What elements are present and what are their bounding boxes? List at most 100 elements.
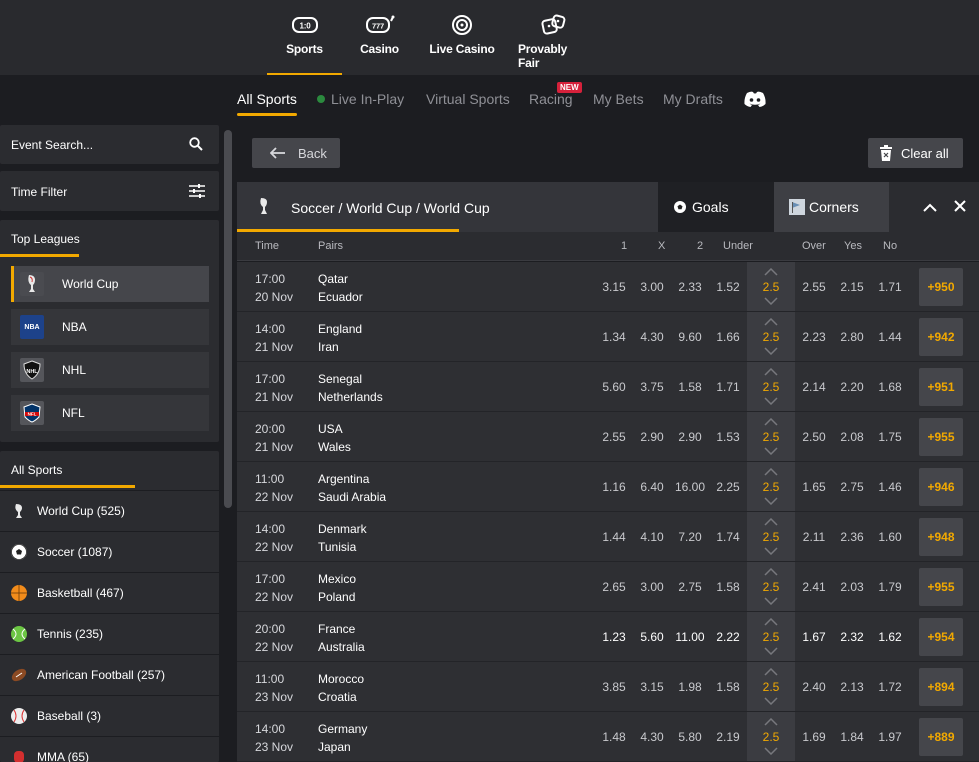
odds-yes[interactable]: 2.20: [832, 380, 872, 394]
odds-o2[interactable]: 2.33: [670, 280, 710, 294]
tab-virtual-sports[interactable]: Virtual Sports: [426, 91, 510, 107]
sport-mma[interactable]: MMA (65): [0, 736, 219, 762]
odds-under[interactable]: 1.58: [708, 680, 748, 694]
tab-racing[interactable]: Racing NEW: [529, 82, 582, 107]
home-team[interactable]: Morocco: [318, 672, 364, 686]
odds-no[interactable]: 1.46: [870, 480, 910, 494]
odds-yes[interactable]: 2.75: [832, 480, 872, 494]
odds-under[interactable]: 2.22: [708, 630, 748, 644]
match-row[interactable]: 11:00 23 Nov Morocco Croatia 3.85 3.15 1.98 1.5…: [237, 662, 979, 712]
goal-line-stepper[interactable]: 2.5: [747, 312, 795, 361]
discord-icon[interactable]: [743, 90, 767, 111]
odds-o2[interactable]: 2.75: [670, 580, 710, 594]
goal-line-stepper[interactable]: 2.5: [747, 712, 795, 761]
odds-under[interactable]: 1.71: [708, 380, 748, 394]
odds-o1[interactable]: 3.15: [594, 280, 634, 294]
odds-ox[interactable]: 2.90: [632, 430, 672, 444]
odds-under[interactable]: 1.74: [708, 530, 748, 544]
odds-ox[interactable]: 3.00: [632, 280, 672, 294]
odds-yes[interactable]: 2.15: [832, 280, 872, 294]
home-team[interactable]: Mexico: [318, 572, 356, 586]
time-filter[interactable]: Time Filter: [0, 171, 219, 211]
chevron-up-icon[interactable]: [764, 268, 778, 276]
odds-o1[interactable]: 3.85: [594, 680, 634, 694]
tab-my-drafts[interactable]: My Drafts: [663, 91, 723, 107]
odds-under[interactable]: 1.53: [708, 430, 748, 444]
odds-ox[interactable]: 4.30: [632, 330, 672, 344]
odds-no[interactable]: 1.97: [870, 730, 910, 744]
more-markets-button[interactable]: +955: [919, 568, 963, 606]
league-nfl[interactable]: NFL NFL: [11, 395, 209, 431]
odds-o2[interactable]: 1.58: [670, 380, 710, 394]
tab-live-in-play[interactable]: Live In-Play: [317, 91, 404, 107]
odds-yes[interactable]: 2.13: [832, 680, 872, 694]
sport-baseball[interactable]: Baseball (3): [0, 695, 219, 736]
home-team[interactable]: Denmark: [318, 522, 367, 536]
more-markets-button[interactable]: +950: [919, 268, 963, 306]
more-markets-button[interactable]: +946: [919, 468, 963, 506]
nav-provably-fair[interactable]: Provably Fair: [518, 0, 590, 75]
search-icon[interactable]: [189, 137, 203, 154]
odds-o1[interactable]: 1.34: [594, 330, 634, 344]
away-team[interactable]: Iran: [318, 340, 339, 354]
odds-no[interactable]: 1.62: [870, 630, 910, 644]
chevron-up-icon[interactable]: [764, 318, 778, 326]
chevron-up-icon[interactable]: [764, 718, 778, 726]
back-button[interactable]: Back: [252, 138, 340, 168]
odds-over[interactable]: 2.11: [794, 530, 834, 544]
league-world-cup[interactable]: World Cup: [11, 266, 209, 302]
goal-line-stepper[interactable]: 2.5: [747, 362, 795, 411]
away-team[interactable]: Netherlands: [318, 390, 383, 404]
odds-over[interactable]: 1.69: [794, 730, 834, 744]
odds-over[interactable]: 1.65: [794, 480, 834, 494]
more-markets-button[interactable]: +942: [919, 318, 963, 356]
odds-over[interactable]: 2.50: [794, 430, 834, 444]
match-row[interactable]: 20:00 21 Nov USA Wales 2.55 2.90 2.90 1.53 2.50 2…: [237, 412, 979, 462]
home-team[interactable]: Argentina: [318, 472, 369, 486]
chevron-up-icon[interactable]: [764, 518, 778, 526]
league-nba[interactable]: NBA NBA: [11, 309, 209, 345]
sport-world-cup[interactable]: World Cup (525): [0, 490, 219, 531]
odds-under[interactable]: 1.58: [708, 580, 748, 594]
chevron-down-icon[interactable]: [764, 397, 778, 405]
odds-o2[interactable]: 9.60: [670, 330, 710, 344]
home-team[interactable]: Senegal: [318, 372, 362, 386]
odds-o1[interactable]: 1.16: [594, 480, 634, 494]
odds-over[interactable]: 2.55: [794, 280, 834, 294]
nav-live-casino[interactable]: Live Casino: [427, 0, 497, 75]
odds-o2[interactable]: 11.00: [670, 630, 710, 644]
odds-o2[interactable]: 7.20: [670, 530, 710, 544]
search-input[interactable]: Event Search...: [11, 138, 93, 152]
home-team[interactable]: USA: [318, 422, 343, 436]
tab-goals[interactable]: Goals: [658, 182, 774, 232]
odds-o1[interactable]: 2.65: [594, 580, 634, 594]
odds-yes[interactable]: 2.03: [832, 580, 872, 594]
chevron-down-icon[interactable]: [764, 547, 778, 555]
chevron-up-icon[interactable]: [764, 568, 778, 576]
match-row[interactable]: 17:00 21 Nov Senegal Netherlands 5.60 3.75 1.5…: [237, 362, 979, 412]
odds-ox[interactable]: 3.00: [632, 580, 672, 594]
away-team[interactable]: Ecuador: [318, 290, 363, 304]
goal-line-stepper[interactable]: 2.5: [747, 562, 795, 611]
close-icon[interactable]: [954, 200, 966, 215]
more-markets-button[interactable]: +955: [919, 418, 963, 456]
chevron-up-icon[interactable]: [764, 468, 778, 476]
goal-line-stepper[interactable]: 2.5: [747, 262, 795, 311]
odds-yes[interactable]: 1.84: [832, 730, 872, 744]
nav-casino[interactable]: 777 Casino: [352, 0, 407, 75]
odds-over[interactable]: 1.67: [794, 630, 834, 644]
match-row[interactable]: 17:00 20 Nov Qatar Ecuador 3.15 3.00 2.33 1.52 2…: [237, 262, 979, 312]
league-nhl[interactable]: NHL NHL: [11, 352, 209, 388]
goal-line-stepper[interactable]: 2.5: [747, 512, 795, 561]
chevron-down-icon[interactable]: [764, 297, 778, 305]
odds-no[interactable]: 1.75: [870, 430, 910, 444]
tab-all-sports[interactable]: All Sports: [237, 91, 297, 116]
odds-under[interactable]: 1.66: [708, 330, 748, 344]
match-row[interactable]: 14:00 23 Nov Germany Japan 1.48 4.30 5.80 2.19 1…: [237, 712, 979, 762]
tab-corners[interactable]: Corners: [774, 182, 889, 232]
odds-yes[interactable]: 2.36: [832, 530, 872, 544]
nav-sports[interactable]: 1:0 Sports: [267, 0, 342, 75]
odds-ox[interactable]: 5.60: [632, 630, 672, 644]
away-team[interactable]: Australia: [318, 640, 365, 654]
chevron-down-icon[interactable]: [764, 447, 778, 455]
